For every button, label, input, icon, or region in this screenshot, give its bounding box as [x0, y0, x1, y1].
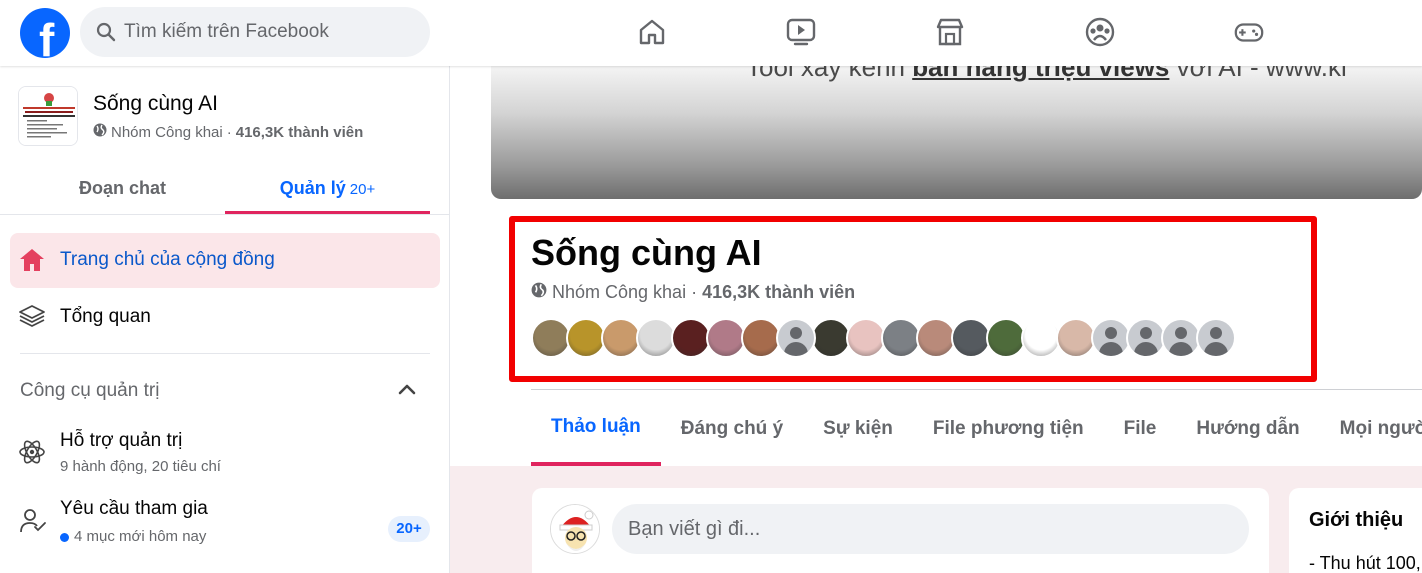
cover-photo[interactable]: Tool xây kênh bán hàng triệu views với A…	[491, 66, 1422, 199]
left-sidebar: Sống cùng AI Nhóm Công khai · 416,3K thà…	[0, 66, 450, 573]
tab-manage-count: 20+	[349, 181, 376, 198]
member-avatar[interactable]	[1161, 318, 1201, 358]
post-input[interactable]	[612, 504, 1249, 554]
group-meta-main: Nhóm Công khai · 416,3K thành viên	[531, 282, 855, 303]
divider	[531, 389, 1422, 390]
home-icon	[18, 247, 46, 278]
sidebar-item-label: Tổng quan	[60, 306, 151, 327]
meta-separator: ·	[226, 123, 232, 141]
sidebar-item-label: Hỗ trợ quản trị	[60, 430, 183, 451]
sidebar-item-overview[interactable]: Tổng quan	[10, 290, 440, 340]
group-main: Tool xây kênh bán hàng triệu views với A…	[450, 66, 1422, 573]
member-avatar[interactable]	[1021, 318, 1061, 358]
search-icon	[96, 22, 116, 47]
member-avatar[interactable]	[881, 318, 921, 358]
facebook-logo[interactable]: f	[20, 8, 70, 66]
member-avatar[interactable]	[1056, 318, 1096, 358]
group-members: 416,3K thành viên	[235, 123, 364, 141]
video-icon[interactable]	[785, 14, 817, 50]
group-name[interactable]: Sống cùng AI	[93, 92, 218, 116]
user-avatar[interactable]	[550, 504, 600, 554]
post-composer	[532, 488, 1269, 573]
member-avatar[interactable]	[741, 318, 781, 358]
search-input[interactable]	[124, 17, 414, 47]
group-privacy: Nhóm Công khai	[111, 123, 223, 141]
sidebar-item-label: Trang chủ của cộng đồng	[60, 249, 275, 270]
tab-1[interactable]: Đáng chú ý	[661, 392, 803, 466]
member-avatar[interactable]	[1196, 318, 1236, 358]
sidebar-item-sublabel: 4 mục mới hôm nay	[60, 528, 206, 545]
tab-chat[interactable]: Đoạn chat	[0, 166, 245, 214]
divider	[0, 214, 449, 215]
search-box[interactable]	[80, 7, 430, 57]
join-requests-badge: 20+	[388, 516, 430, 542]
new-indicator-dot	[60, 532, 69, 542]
member-avatar[interactable]	[951, 318, 991, 358]
member-avatar[interactable]	[601, 318, 641, 358]
member-avatar[interactable]	[776, 318, 816, 358]
member-avatar[interactable]	[811, 318, 851, 358]
tab-3[interactable]: File phương tiện	[913, 392, 1104, 466]
group-thumbnail[interactable]	[18, 86, 78, 146]
atom-icon	[18, 438, 46, 471]
globe-icon	[531, 282, 547, 303]
member-avatar[interactable]	[1126, 318, 1166, 358]
member-avatars	[531, 318, 1236, 358]
tab-0[interactable]: Thảo luận	[531, 392, 661, 466]
sidebar-item-community-home[interactable]: Trang chủ của cộng đồng	[10, 233, 440, 288]
member-avatar[interactable]	[671, 318, 711, 358]
tab-4[interactable]: File	[1104, 392, 1177, 466]
intro-card: Giới thiệu - Thu hút 100,	[1289, 488, 1422, 573]
top-navigation-bar: f	[0, 0, 1422, 66]
group-meta: Nhóm Công khai · 416,3K thành viên	[93, 123, 363, 141]
gaming-icon[interactable]	[1233, 14, 1265, 50]
member-avatar[interactable]	[706, 318, 746, 358]
intro-title: Giới thiệu	[1309, 509, 1404, 531]
sidebar-item-sublabel: 9 hành động, 20 tiêu chí	[60, 458, 221, 475]
group-members[interactable]: 416,3K thành viên	[702, 282, 855, 303]
feed-area: Giới thiệu - Thu hút 100,	[450, 466, 1422, 573]
tab-5[interactable]: Hướng dẫn	[1176, 392, 1319, 466]
member-avatar[interactable]	[846, 318, 886, 358]
sidebar-item-label: Yêu cầu tham gia	[60, 498, 208, 519]
intro-text: - Thu hút 100,	[1309, 553, 1421, 573]
group-title: Sống cùng AI	[531, 232, 762, 273]
member-avatar[interactable]	[1091, 318, 1131, 358]
user-check-icon	[18, 506, 48, 541]
tab-6[interactable]: Mọi người	[1320, 392, 1422, 466]
member-avatar[interactable]	[986, 318, 1026, 358]
chevron-up-icon[interactable]	[397, 381, 417, 402]
globe-icon	[93, 123, 107, 141]
tab-2[interactable]: Sự kiện	[803, 392, 913, 466]
layers-icon	[18, 303, 46, 334]
cover-text: Tool xây kênh bán hàng triệu views với A…	[746, 66, 1347, 82]
member-avatar[interactable]	[566, 318, 606, 358]
member-avatar[interactable]	[531, 318, 571, 358]
sidebar-item-join-requests[interactable]: Yêu cầu tham gia 4 mục mới hôm nay 20+	[10, 492, 440, 552]
tab-manage[interactable]: Quản lý 20+	[225, 166, 430, 214]
admin-tools-heading: Công cụ quản trị	[20, 380, 160, 401]
home-icon[interactable]	[636, 14, 668, 50]
member-avatar[interactable]	[916, 318, 956, 358]
divider	[20, 353, 430, 354]
groups-icon[interactable]	[1084, 14, 1116, 50]
tab-manage-label: Quản lý	[279, 178, 346, 198]
marketplace-icon[interactable]	[934, 14, 966, 50]
sidebar-item-admin-assist[interactable]: Hỗ trợ quản trị 9 hành động, 20 tiêu chí	[10, 424, 440, 475]
member-avatar[interactable]	[636, 318, 676, 358]
group-privacy[interactable]: Nhóm Công khai	[552, 282, 686, 303]
meta-separator: ·	[691, 282, 698, 302]
group-tabs: Thảo luận Đáng chú ý Sự kiện File phương ti…	[531, 392, 1422, 466]
